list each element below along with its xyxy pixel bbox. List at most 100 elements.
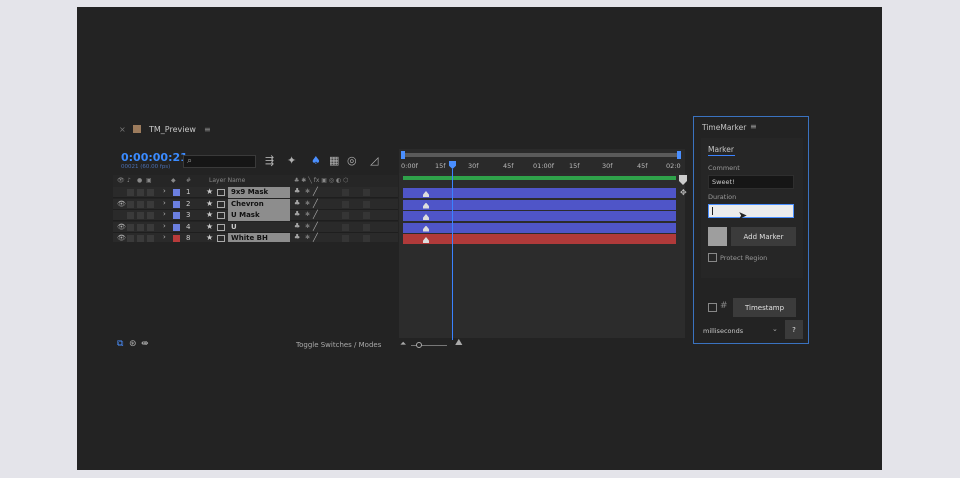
zoom-slider-handle[interactable] — [416, 342, 422, 348]
lock-toggle[interactable] — [147, 189, 154, 196]
layer-row[interactable]: › 3 ★ U Mask ♣ ✱ ╱ — [113, 210, 398, 221]
star-icon[interactable]: ★ — [206, 187, 213, 196]
collapse-switch-icon[interactable]: ✱ — [305, 200, 310, 207]
add-marker-button[interactable]: Add Marker — [731, 227, 796, 246]
protect-region-label[interactable]: Protect Region — [720, 254, 767, 262]
layer-label-color[interactable] — [173, 200, 180, 208]
layer-duration-bar[interactable] — [403, 199, 676, 210]
3d-layer-switch[interactable] — [363, 223, 370, 231]
graph-editor-icon[interactable]: ◿ — [370, 154, 378, 167]
protect-region-checkbox[interactable] — [708, 253, 717, 262]
layer-marker-icon[interactable] — [423, 214, 429, 220]
adjustment-switch[interactable] — [342, 223, 349, 231]
panel-menu-icon[interactable]: ≡ — [204, 125, 211, 134]
timeline-tab[interactable]: × TM_Preview ≡ — [113, 118, 685, 140]
chevron-right-icon[interactable]: › — [163, 199, 166, 207]
shy-switch-icon[interactable]: ♣ — [294, 233, 300, 241]
audio-toggle[interactable] — [127, 212, 134, 219]
quality-switch-icon[interactable]: ╱ — [313, 222, 318, 231]
layer-marker-icon[interactable] — [423, 191, 429, 197]
comp-marker-bin-icon[interactable]: ✥ — [680, 188, 687, 197]
adjustment-switch[interactable] — [342, 235, 349, 242]
adjustment-switch[interactable] — [342, 189, 349, 196]
current-time-indicator-head[interactable] — [449, 161, 456, 169]
quality-switch-icon[interactable]: ╱ — [313, 187, 318, 196]
zoom-in-icon[interactable]: ⛰ — [455, 338, 463, 348]
label-column-icon[interactable]: ◆ — [171, 177, 176, 184]
current-timecode[interactable]: 0:00:00:21 — [121, 151, 188, 164]
visibility-eye-icon[interactable]: 👁 — [117, 200, 126, 208]
tab-marker[interactable]: Marker — [708, 145, 734, 154]
shy-switch-icon[interactable]: ♣ — [294, 199, 300, 207]
comp-flowchart-icon[interactable]: ⇶ — [265, 154, 274, 167]
lock-toggle[interactable] — [147, 235, 154, 242]
lock-toggle[interactable] — [147, 223, 154, 231]
in-out-pane-icon[interactable]: ⇼ — [141, 339, 149, 349]
collapse-switch-icon[interactable]: ✱ — [305, 223, 310, 230]
layer-label-color[interactable] — [173, 235, 180, 242]
quality-switch-icon[interactable]: ╱ — [313, 210, 318, 219]
timestamp-button[interactable]: Timestamp — [733, 298, 796, 317]
layer-row[interactable]: 👁 › 4 ★ U ♣ ✱ ╱ — [113, 221, 398, 233]
transfer-controls-pane-icon[interactable]: ⊛ — [129, 339, 137, 349]
visibility-eye-icon[interactable]: 👁 — [117, 223, 126, 231]
shy-switch-icon[interactable]: ♣ — [294, 187, 300, 195]
layer-label-color[interactable] — [173, 189, 180, 196]
toggle-switches-modes[interactable]: Toggle Switches / Modes — [296, 341, 381, 349]
collapse-switch-icon[interactable]: ✱ — [305, 234, 310, 241]
star-icon[interactable]: ★ — [206, 233, 213, 242]
3d-layer-switch[interactable] — [363, 189, 370, 196]
layer-name[interactable]: 9x9 Mask — [228, 187, 290, 198]
layer-duration-bar[interactable] — [403, 234, 676, 244]
chevron-down-icon[interactable]: ⌄ — [772, 325, 778, 333]
chevron-right-icon[interactable]: › — [163, 210, 166, 218]
audio-toggle[interactable] — [127, 223, 134, 231]
layer-empty-area[interactable] — [113, 242, 398, 338]
collapse-switch-icon[interactable]: ✱ — [305, 211, 310, 218]
comp-tab-title[interactable]: TM_Preview — [149, 125, 196, 134]
work-area-end-handle[interactable] — [677, 151, 681, 159]
solo-toggle[interactable] — [137, 200, 144, 208]
marker-color-swatch[interactable] — [708, 227, 727, 246]
current-time-indicator-line[interactable] — [452, 169, 453, 340]
lock-switch-icon[interactable]: ▣ — [146, 177, 152, 184]
time-ruler[interactable]: 0:00f 15f 30f 45f 01:00f 15f 30f 45f 02:0 — [399, 149, 685, 173]
solo-toggle[interactable] — [137, 212, 144, 219]
layer-name-column-header[interactable]: Layer Name — [209, 177, 245, 184]
star-icon[interactable]: ★ — [206, 210, 213, 219]
chevron-right-icon[interactable]: › — [163, 222, 166, 230]
chevron-right-icon[interactable]: › — [163, 187, 166, 195]
solo-switch-icon[interactable]: ● — [137, 177, 142, 184]
adjustment-switch[interactable] — [342, 200, 349, 208]
adjustment-switch[interactable] — [342, 212, 349, 219]
layer-name[interactable]: Chevron — [228, 198, 290, 210]
layer-switches-pane-icon[interactable]: ⧉ — [117, 339, 123, 349]
visibility-eye-icon[interactable]: 👁 — [117, 234, 126, 242]
layer-duration-bar[interactable] — [403, 222, 676, 233]
lock-toggle[interactable] — [147, 200, 154, 208]
motion-blur-icon[interactable]: ◎ — [347, 154, 357, 167]
layer-duration-bar[interactable] — [403, 188, 676, 198]
layer-duration-bar[interactable] — [403, 211, 676, 221]
audio-toggle[interactable] — [127, 200, 134, 208]
audio-switch-icon[interactable]: ♪ — [127, 177, 131, 184]
layer-row[interactable]: 👁 › 2 ★ Chevron ♣ ✱ ╱ — [113, 198, 398, 210]
chevron-right-icon[interactable]: › — [163, 233, 166, 241]
layer-name[interactable]: U Mask — [228, 210, 290, 221]
layer-marker-icon[interactable] — [423, 237, 429, 243]
layer-marker-icon[interactable] — [423, 225, 429, 232]
timemarker-menu-icon[interactable]: ≡ — [750, 122, 757, 131]
timestamp-checkbox[interactable] — [708, 303, 717, 312]
layer-name[interactable]: U — [228, 222, 290, 233]
video-switch-icon[interactable]: 👁 — [117, 177, 125, 184]
lock-toggle[interactable] — [147, 212, 154, 219]
3d-layer-switch[interactable] — [363, 212, 370, 219]
frame-blending-icon[interactable]: ▦ — [329, 154, 339, 167]
duration-input[interactable] — [708, 204, 794, 218]
units-dropdown[interactable]: milliseconds — [703, 327, 743, 335]
audio-toggle[interactable] — [127, 189, 134, 196]
work-area-bar[interactable] — [401, 151, 681, 159]
close-tab-icon[interactable]: × — [119, 125, 129, 134]
draft-3d-icon[interactable]: ✦ — [287, 154, 296, 167]
shy-layers-icon[interactable]: ♠ — [311, 154, 321, 167]
